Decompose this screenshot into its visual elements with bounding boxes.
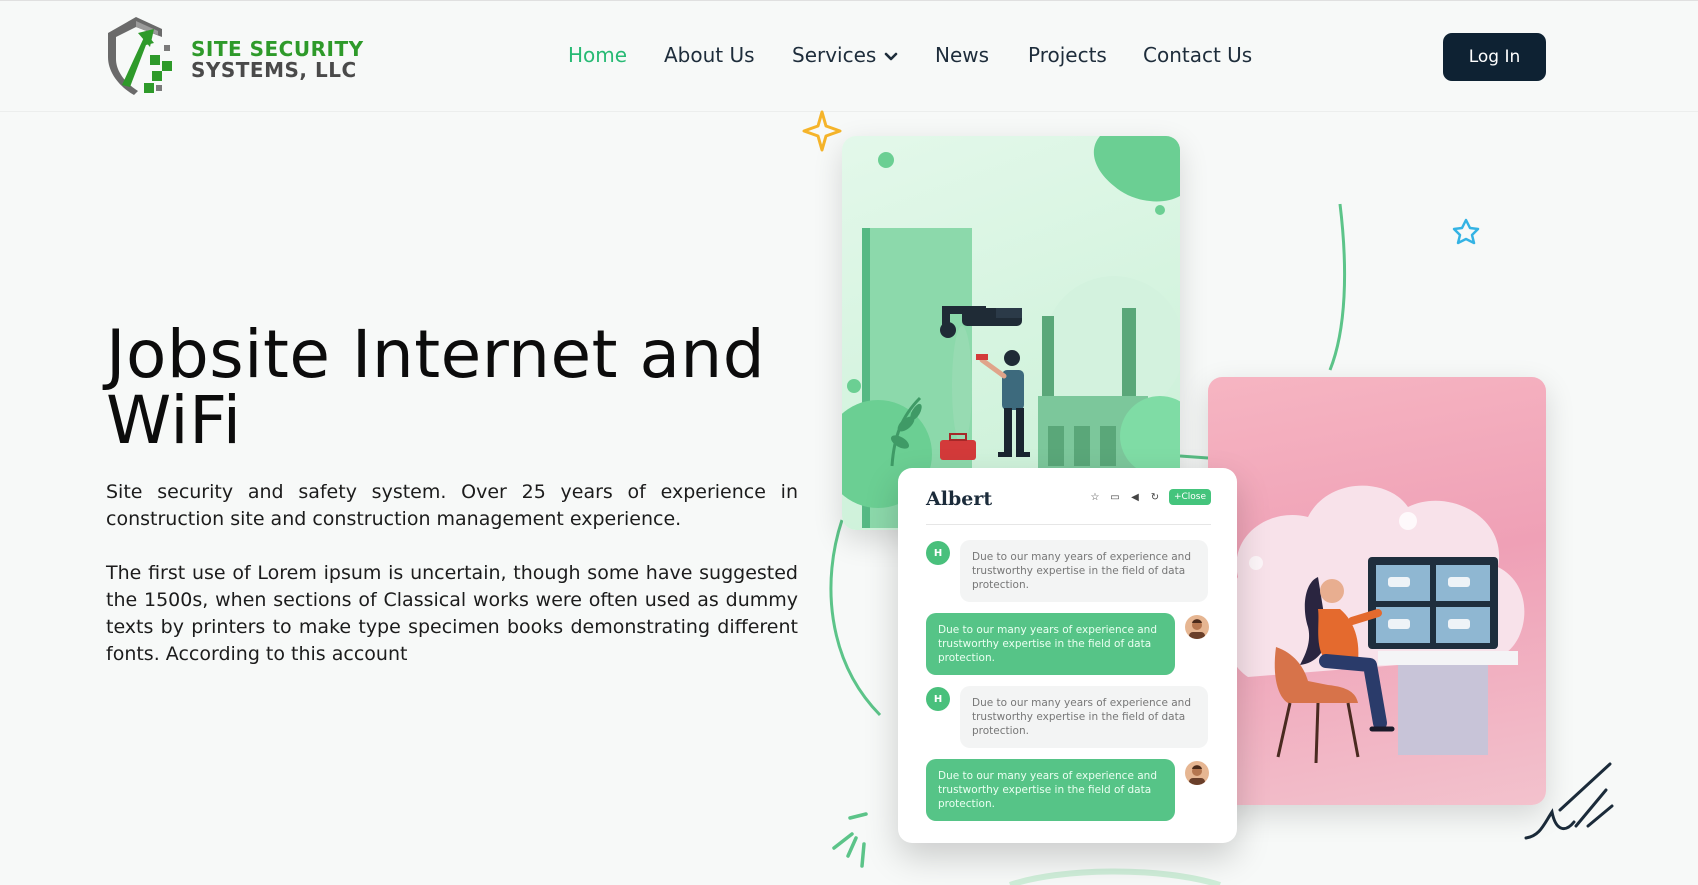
brand-logo[interactable]: SITE SECURITY SYSTEMS, LLC (106, 15, 376, 97)
nav-item-about[interactable]: About Us (664, 43, 755, 67)
user-avatar (1185, 615, 1209, 639)
chat-message-outgoing: Due to our many years of experience and … (926, 613, 1175, 675)
star-outline-icon (1452, 218, 1480, 245)
hero-paragraph-2: The first use of Lorem ipsum is uncertai… (106, 562, 798, 665)
sparkle-icon (802, 110, 842, 152)
nav-item-contact[interactable]: Contact Us (1143, 43, 1252, 67)
agent-avatar: H (926, 541, 950, 565)
nav-item-home[interactable]: Home (568, 43, 627, 67)
worker-figure (976, 350, 1030, 457)
monitoring-illustration (1208, 377, 1546, 805)
site-header: SITE SECURITY SYSTEMS, LLC Home About Us… (0, 0, 1698, 112)
chat-close-button[interactable]: +Close (1168, 489, 1211, 505)
chat-message-incoming: Due to our many years of experience and … (960, 686, 1208, 748)
shield-logo-icon (108, 17, 172, 95)
dash-marks-icon (832, 812, 868, 868)
volume-icon[interactable]: ◀ (1129, 491, 1141, 503)
hero-paragraph-1: Site security and safety system. Over 25… (106, 481, 798, 530)
chat-toolbar: ☆ ▭ ◀ ↻ +Close (1089, 489, 1211, 505)
agent-avatar: H (926, 687, 950, 711)
chevron-down-icon (885, 52, 898, 60)
star-icon[interactable]: ☆ (1089, 491, 1101, 503)
chat-divider (926, 524, 1211, 525)
nav-item-services-label: Services (792, 43, 877, 67)
refresh-icon[interactable]: ↻ (1149, 491, 1161, 503)
chat-message-outgoing: Due to our many years of experience and … (926, 759, 1175, 821)
nav-item-news[interactable]: News (935, 43, 989, 67)
hero-title: Jobsite Internet and WiFi (106, 316, 766, 459)
login-button[interactable]: Log In (1443, 33, 1546, 81)
brand-line1: SITE SECURITY (191, 37, 364, 61)
chat-message-incoming: Due to our many years of experience and … (960, 540, 1208, 602)
monitoring-scene (1224, 485, 1525, 764)
nav-item-services[interactable]: Services (792, 43, 898, 67)
nav-item-projects[interactable]: Projects (1028, 43, 1107, 67)
brand-line2: SYSTEMS, LLC (191, 58, 357, 82)
brand-wordmark: SITE SECURITY SYSTEMS, LLC (191, 39, 364, 81)
monitor-icon (1368, 557, 1498, 649)
user-avatar (1185, 761, 1209, 785)
chat-contact-name: Albert (926, 488, 993, 510)
camera-small-icon[interactable]: ▭ (1109, 491, 1121, 503)
chat-widget: Albert ☆ ▭ ◀ ↻ +Close H Due to our many … (898, 468, 1237, 843)
